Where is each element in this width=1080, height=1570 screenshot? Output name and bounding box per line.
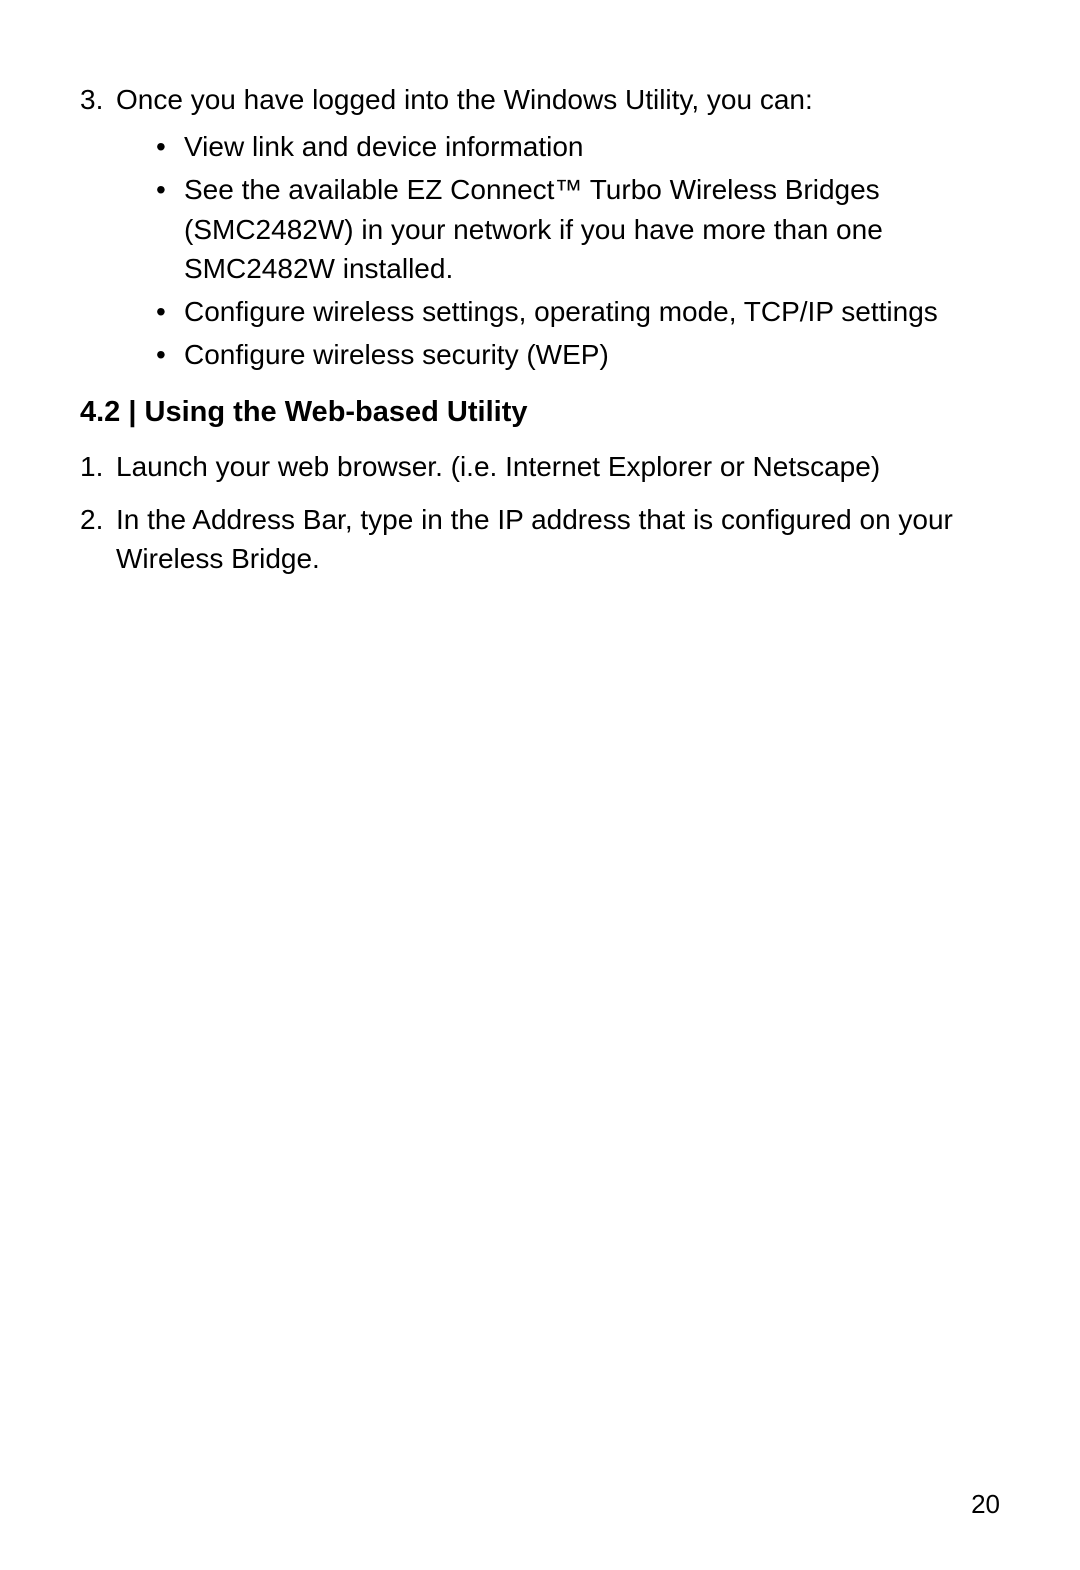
bullet-list: • View link and device information • See… — [156, 127, 1000, 374]
bullet-text: Configure wireless security (WEP) — [184, 335, 1000, 374]
bullet-text: View link and device information — [184, 127, 1000, 166]
step-1: 1. Launch your web browser. (i.e. Intern… — [80, 447, 1000, 486]
numbered-marker: 3. — [80, 80, 116, 119]
step-text: Launch your web browser. (i.e. Internet … — [116, 447, 1000, 486]
section-heading: 4.2 | Using the Web-based Utility — [80, 392, 1000, 433]
bullet-item: • View link and device information — [156, 127, 1000, 166]
bullet-marker: • — [156, 127, 184, 166]
bullet-marker: • — [156, 335, 184, 374]
step-2: 2. In the Address Bar, type in the IP ad… — [80, 500, 1000, 578]
bullet-item: • Configure wireless settings, operating… — [156, 292, 1000, 331]
page-number: 20 — [971, 1489, 1000, 1520]
step-text: In the Address Bar, type in the IP addre… — [116, 500, 1000, 578]
numbered-text: Once you have logged into the Windows Ut… — [116, 80, 1000, 119]
bullet-marker: • — [156, 170, 184, 288]
bullet-text: Configure wireless settings, operating m… — [184, 292, 1000, 331]
document-content: 3. Once you have logged into the Windows… — [80, 80, 1000, 578]
bullet-item: • See the available EZ Connect™ Turbo Wi… — [156, 170, 1000, 288]
bullet-marker: • — [156, 292, 184, 331]
step-marker: 1. — [80, 447, 116, 486]
bullet-text: See the available EZ Connect™ Turbo Wire… — [184, 170, 1000, 288]
bullet-item: • Configure wireless security (WEP) — [156, 335, 1000, 374]
numbered-item-3: 3. Once you have logged into the Windows… — [80, 80, 1000, 119]
step-marker: 2. — [80, 500, 116, 578]
